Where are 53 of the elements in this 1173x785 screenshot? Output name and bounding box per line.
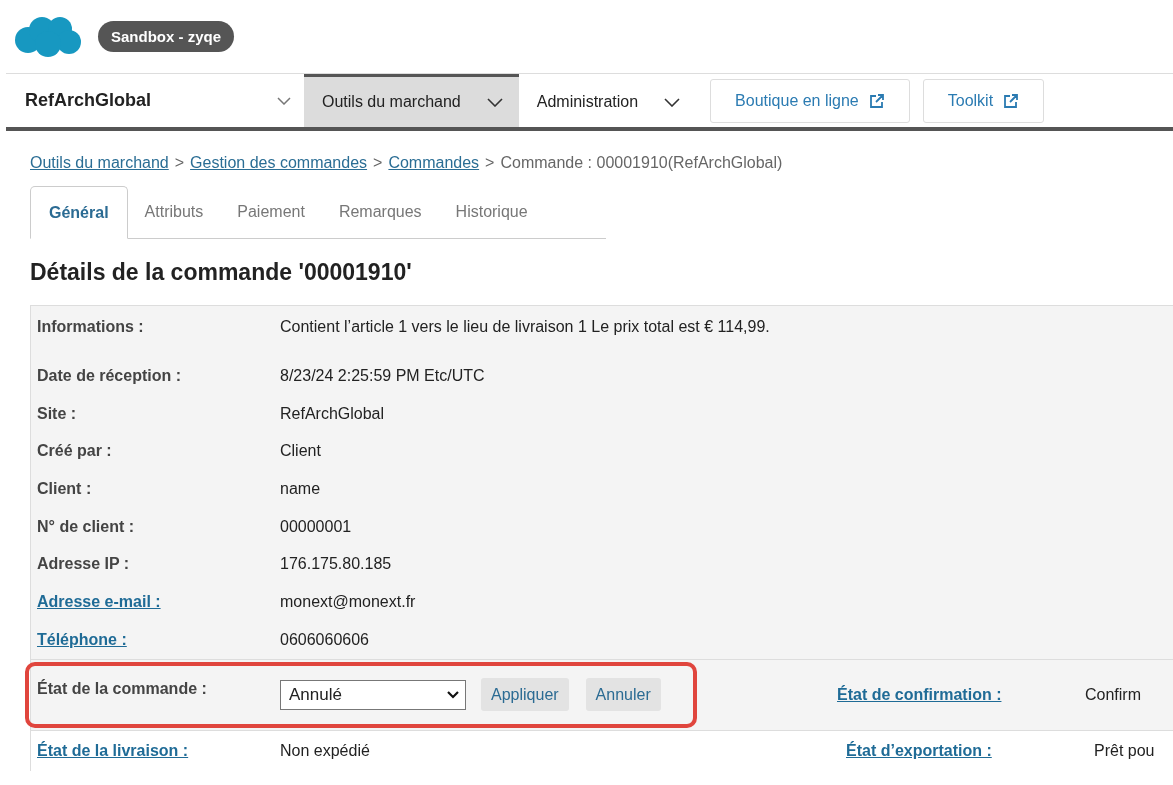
cloud-logo [14,15,82,58]
field-value: Contient l’article 1 vers le lieu de livraison 1 Le prix total est € 114,99. [280,317,770,336]
field-label: Site : [37,404,78,423]
field-label: N° de client : [37,517,136,536]
field-value: RefArchGlobal [280,404,385,423]
action-button[interactable]: Annuler [585,678,661,711]
external-link-icon[interactable] [1003,92,1020,109]
breadcrumb-separator: > [485,154,495,172]
status-select[interactable]: Annulé [280,679,466,710]
breadcrumb-link[interactable]: Commandes [388,154,480,172]
field-label: Date de réception : [37,366,183,385]
field-label-link[interactable]: État de confirmation : [837,685,1085,704]
page-heading: Détails de la commande '00001910' [30,259,413,286]
field-label-link[interactable]: État de la livraison : [37,741,280,760]
breadcrumb-current: Commande : 00001910(RefArchGlobal) [500,154,783,172]
site-name: RefArchGlobal [25,90,153,111]
field-value: 0606060606 [280,630,369,649]
field-value: name [280,479,321,498]
field-value: Client [280,442,321,461]
external-link-icon[interactable] [868,92,885,109]
tab[interactable]: Historique [438,186,545,238]
field-value: 176.175.80.185 [280,555,392,574]
field-value: Prêt pou [1094,741,1155,760]
field-value: 8/23/24 2:25:59 PM Etc/UTC [280,366,485,385]
field-label: Client : [37,479,93,498]
tab[interactable]: Remarques [321,186,439,238]
breadcrumb-separator: > [373,154,383,172]
breadcrumb-link[interactable]: Outils du marchand [30,154,169,172]
chevron-down-icon[interactable] [486,97,503,107]
field-label: Informations : [37,317,145,336]
field-label-link[interactable]: Adresse e-mail : [37,592,280,611]
external-link-button[interactable]: Boutique en ligne [710,78,910,123]
field-value: monext@monext.fr [280,592,416,611]
field-label-link[interactable]: Téléphone : [37,630,280,649]
field-label: État de la commande : [37,679,208,698]
sandbox-badge: Sandbox - zyqe [98,21,235,52]
field-label: Adresse IP : [37,555,131,574]
nav-menu[interactable]: Outils du marchand [304,74,519,127]
action-button[interactable]: Appliquer [481,678,569,711]
field-value: Confirm [1085,685,1141,704]
external-link-button[interactable]: Toolkit [922,78,1045,123]
tab[interactable]: Attributs [127,186,221,238]
field-label: Créé par : [37,442,113,461]
nav-menu[interactable]: Administration [518,74,697,127]
tab[interactable]: Paiement [220,186,322,238]
field-value: Non expédié [280,741,371,760]
breadcrumb-link[interactable]: Gestion des commandes [190,154,368,172]
tab[interactable]: Général [30,186,128,239]
field-value: 00000001 [280,517,352,536]
field-label-link[interactable]: État d’exportation : [846,741,1094,760]
chevron-down-icon[interactable] [664,97,681,107]
chevron-down-icon[interactable] [447,690,459,699]
breadcrumb-separator: > [174,154,185,172]
